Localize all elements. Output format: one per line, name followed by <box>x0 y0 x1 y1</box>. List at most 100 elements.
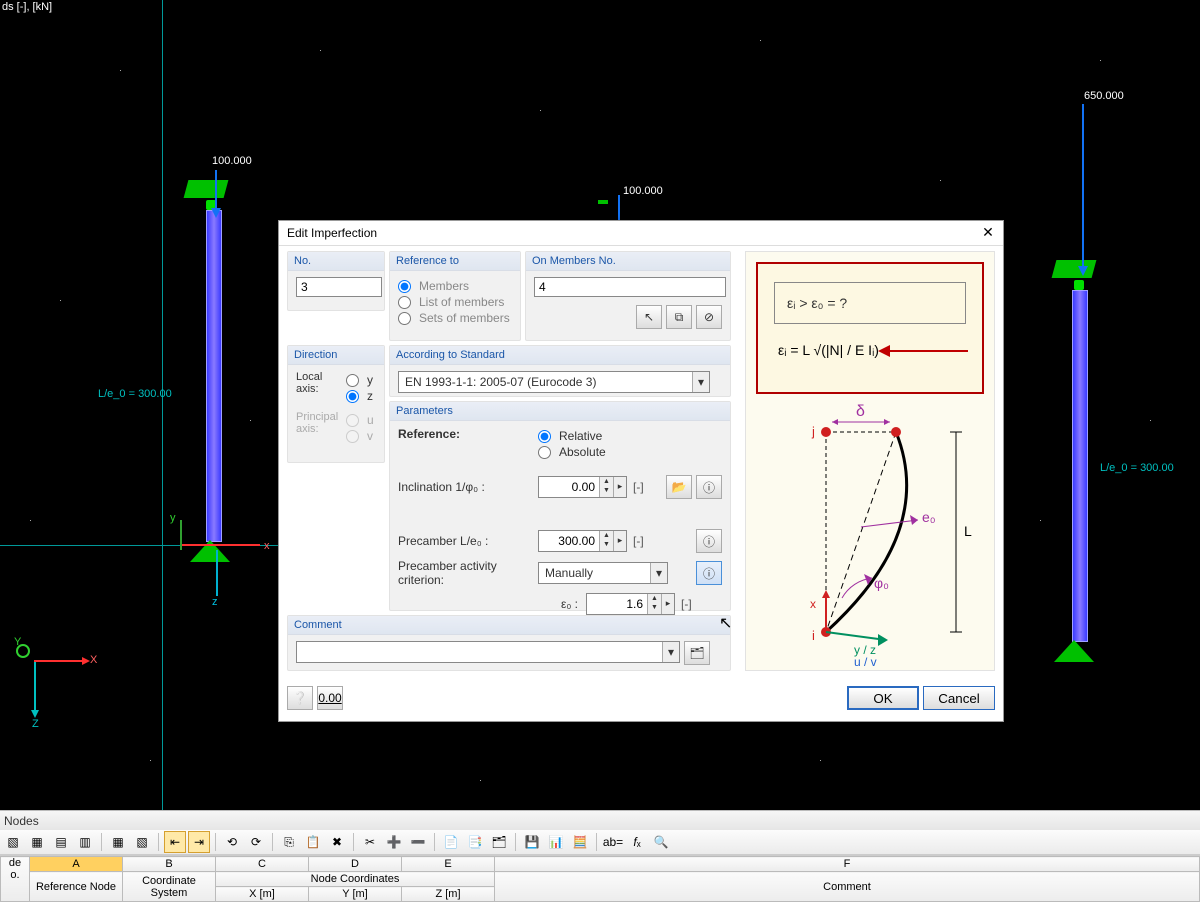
info-icon-2[interactable]: ⓘ <box>696 529 722 553</box>
tb-icon-14[interactable]: ✂ <box>359 831 381 853</box>
table-toolbar: ▧ ▦ ▤ ▥ ▦ ▧ ⇤ ⇥ ⟲ ⟳ ⎘ 📋 ✖ ✂ ➕ ➖ 📄 📑 🗂 💾 … <box>0 830 1200 855</box>
chevron-down-icon: ▾ <box>692 372 709 392</box>
colE[interactable]: E <box>402 857 495 872</box>
col-coord-sys[interactable]: Coordinate System <box>123 872 216 902</box>
units-icon[interactable]: 0.00 <box>317 686 343 710</box>
load-head-right <box>1054 260 1094 290</box>
radio-local-y[interactable] <box>346 374 359 387</box>
unit-label: ds [-], [kN] <box>2 1 52 13</box>
col-x[interactable]: X [m] <box>216 887 309 902</box>
info-icon[interactable]: ⓘ <box>696 475 722 499</box>
tb-icon-12[interactable]: 📋 <box>302 831 324 853</box>
svg-text:e₀: e₀ <box>922 509 936 525</box>
pick-set-icon[interactable]: ⧉ <box>666 305 692 329</box>
radio-list-of-members[interactable] <box>398 296 411 309</box>
tb-icon-18[interactable]: 📑 <box>464 831 486 853</box>
tb-icon-21[interactable]: 📊 <box>545 831 567 853</box>
radio-absolute[interactable] <box>538 446 551 459</box>
svg-text:φ₀: φ₀ <box>874 575 889 591</box>
load-head-left <box>186 180 226 210</box>
load-head-mid <box>598 200 608 204</box>
tb-icon-10[interactable]: ⟳ <box>245 831 267 853</box>
inclination-spinner[interactable]: ▲▼▸ <box>538 476 627 498</box>
tb-icon-8[interactable]: ⇥ <box>188 831 210 853</box>
group-standard: According to Standard EN 1993-1-1: 2005-… <box>389 345 731 397</box>
inclination-lib-icon[interactable]: 📂 <box>666 475 692 499</box>
load-value-3: 650.000 <box>1084 90 1124 102</box>
ok-button[interactable]: OK <box>847 686 919 710</box>
tb-icon-9[interactable]: ⟲ <box>221 831 243 853</box>
svg-text:x: x <box>810 597 816 611</box>
group-direction: Direction Local axis: y z Principal axis… <box>287 345 385 463</box>
annotation-left: L/e_0 = 300.00 <box>98 388 172 400</box>
tb-icon-3[interactable]: ▤ <box>50 831 72 853</box>
group-no: No. <box>287 251 385 311</box>
colD[interactable]: D <box>309 857 402 872</box>
tb-icon-23[interactable]: ab= <box>602 831 624 853</box>
tb-icon-15[interactable]: ➕ <box>383 831 405 853</box>
colC[interactable]: C <box>216 857 309 872</box>
member-left[interactable] <box>206 210 222 542</box>
tb-icon-20[interactable]: 💾 <box>521 831 543 853</box>
activity-combo[interactable]: Manually ▾ <box>538 562 668 584</box>
tb-icon-1[interactable]: ▧ <box>2 831 24 853</box>
comment-combo[interactable]: ▾ <box>296 641 680 663</box>
comment-lib-icon[interactable]: 🗂 <box>684 641 710 665</box>
axis-vertical <box>162 0 163 810</box>
col-z[interactable]: Z [m] <box>402 887 495 902</box>
tb-icon-24[interactable]: fₓ <box>626 831 648 853</box>
pick-member-icon[interactable]: ↖ <box>636 305 662 329</box>
group-no-title: No. <box>288 252 384 271</box>
epsilon-spinner[interactable]: ▲▼▸ <box>586 593 675 615</box>
tb-icon-22[interactable]: 🧮 <box>569 831 591 853</box>
tb-icon-11[interactable]: ⎘ <box>278 831 300 853</box>
load-arrow-3 <box>1082 104 1084 269</box>
no-input[interactable] <box>296 277 382 297</box>
svg-text:u / v: u / v <box>854 655 877 669</box>
radio-sets-of-members[interactable] <box>398 312 411 325</box>
standard-combo[interactable]: EN 1993-1-1: 2005-07 (Eurocode 3) ▾ <box>398 371 710 393</box>
col-comment[interactable]: Comment <box>495 872 1200 902</box>
close-icon[interactable]: ✕ <box>979 224 997 242</box>
tb-icon-7[interactable]: ⇤ <box>164 831 186 853</box>
col-node-coords[interactable]: Node Coordinates <box>216 872 495 887</box>
help-icon[interactable]: ❔ <box>287 686 313 710</box>
tb-icon-13[interactable]: ✖ <box>326 831 348 853</box>
chevron-down-icon: ▾ <box>650 563 667 583</box>
clear-selection-icon[interactable]: ⊘ <box>696 305 722 329</box>
imperfection-diagram: δ j i e₀ φ₀ L x y / z u / v <box>746 402 994 670</box>
tb-icon-2[interactable]: ▦ <box>26 831 48 853</box>
radio-relative[interactable] <box>538 430 551 443</box>
svg-text:i: i <box>812 628 815 643</box>
colB[interactable]: B <box>123 857 216 872</box>
row-header-left: deo. <box>1 857 30 902</box>
info-icon-3[interactable]: ⓘ <box>696 561 722 585</box>
support-right <box>1054 640 1094 662</box>
radio-local-z[interactable] <box>346 390 359 403</box>
svg-text:j: j <box>811 424 815 439</box>
cancel-button[interactable]: Cancel <box>923 686 995 710</box>
group-on-members-title: On Members No. <box>526 252 730 271</box>
tb-icon-4[interactable]: ▥ <box>74 831 96 853</box>
cursor-icon: ↖ <box>719 613 732 633</box>
radio-members[interactable] <box>398 280 411 293</box>
tb-icon-19[interactable]: 🗂 <box>488 831 510 853</box>
on-members-input[interactable] <box>534 277 726 297</box>
edit-imperfection-dialog: Edit Imperfection ✕ No. Reference to Mem… <box>278 220 1004 722</box>
tb-icon-6[interactable]: ▧ <box>131 831 153 853</box>
tb-icon-16[interactable]: ➖ <box>407 831 429 853</box>
radio-principal-v <box>346 430 359 443</box>
tb-icon-25[interactable]: 🔍 <box>650 831 672 853</box>
tb-icon-17[interactable]: 📄 <box>440 831 462 853</box>
col-ref-node[interactable]: Reference Node <box>30 872 123 902</box>
colF[interactable]: F <box>495 857 1200 872</box>
formula-definition: εᵢ = L √(|N| / E Iᵢ) <box>778 342 879 358</box>
member-right[interactable] <box>1072 290 1088 642</box>
precamber-spinner[interactable]: ▲▼▸ <box>538 530 627 552</box>
group-comment: Comment ▾ 🗂 <box>287 615 731 671</box>
chevron-down-icon: ▾ <box>662 642 679 662</box>
col-y[interactable]: Y [m] <box>309 887 402 902</box>
table-header[interactable]: deo. A B C D E F Reference Node Coordina… <box>0 855 1200 901</box>
tb-icon-5[interactable]: ▦ <box>107 831 129 853</box>
colA[interactable]: A <box>30 857 123 872</box>
